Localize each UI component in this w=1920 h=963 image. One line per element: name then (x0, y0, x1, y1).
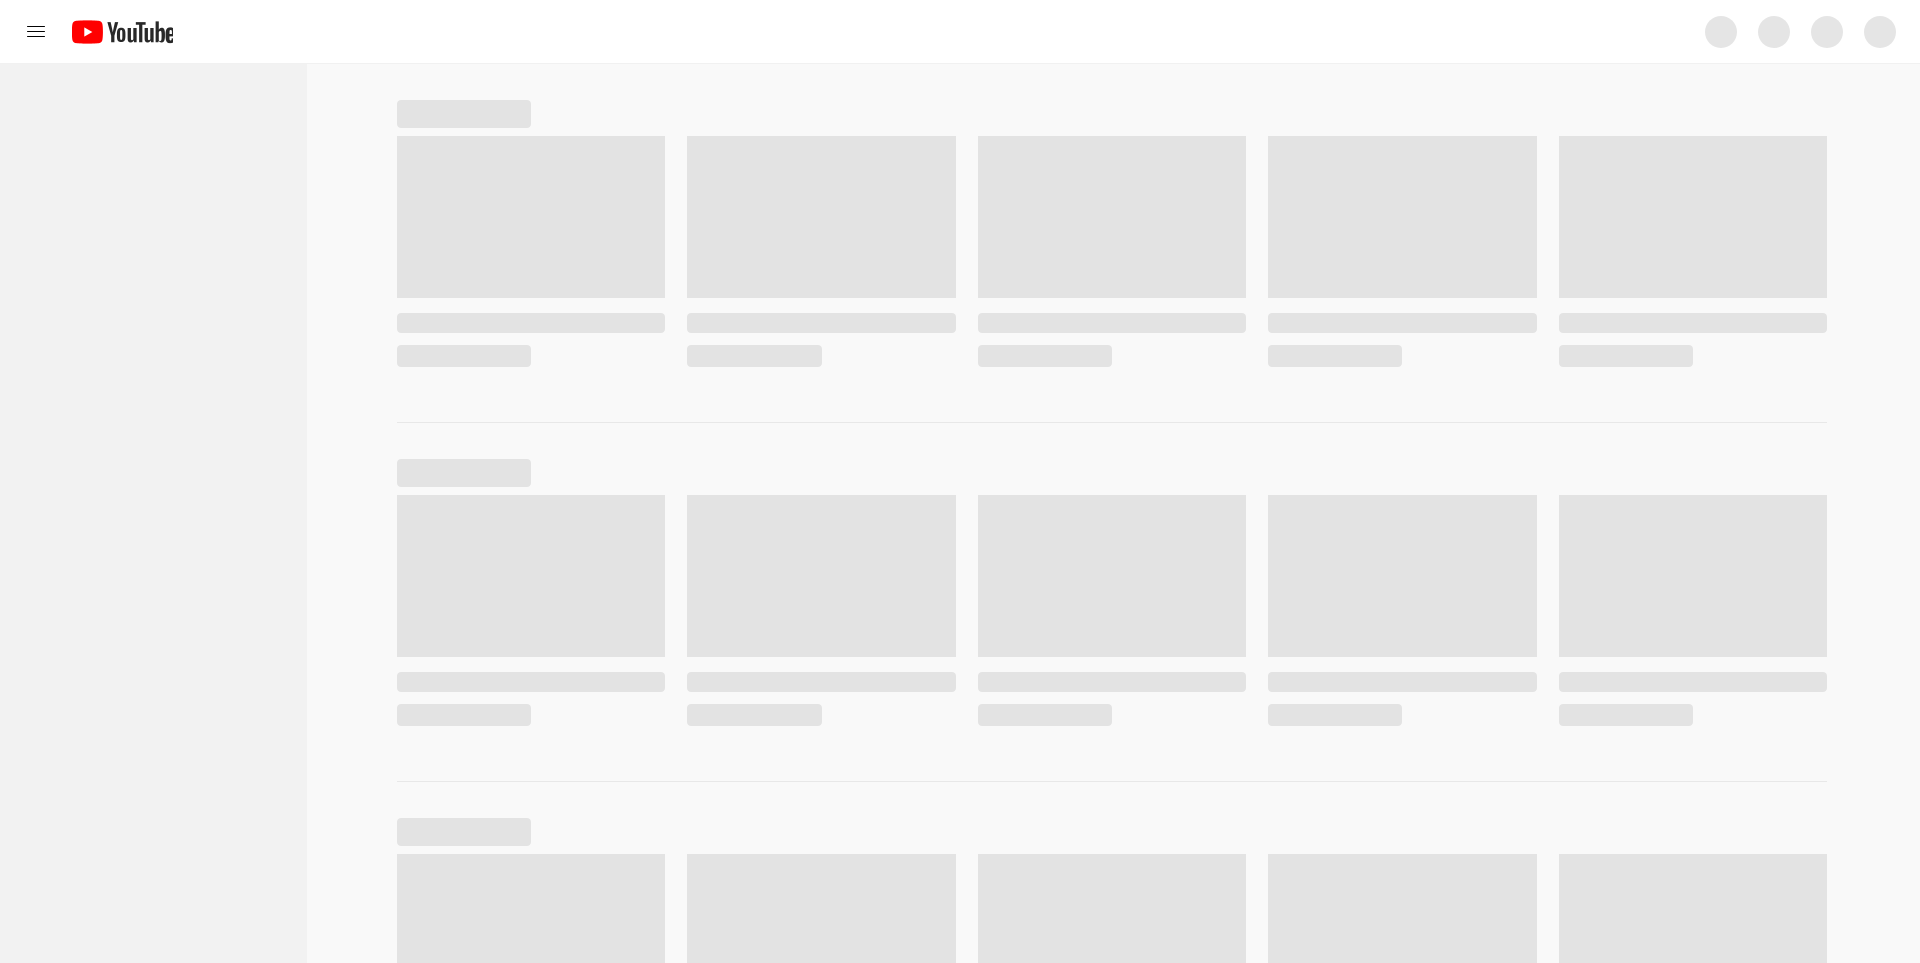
video-title-placeholder (977, 672, 1247, 692)
thumbnail-placeholder (397, 854, 666, 963)
video-card[interactable] (1268, 495, 1537, 726)
placeholder-icon-4[interactable] (1864, 15, 1896, 48)
shelf-title-placeholder (397, 459, 531, 487)
masthead-start (0, 12, 173, 52)
video-title-placeholder (1268, 672, 1537, 692)
guide-toggle-button[interactable] (16, 12, 56, 52)
page-body (0, 64, 1920, 963)
placeholder-icon-1[interactable] (1705, 15, 1737, 48)
content-inner (307, 100, 1920, 963)
video-title-placeholder (1558, 672, 1827, 692)
video-card[interactable] (977, 854, 1247, 963)
video-card[interactable] (397, 495, 666, 726)
youtube-logo-link[interactable] (72, 12, 173, 52)
shelf-divider (397, 422, 1827, 423)
thumbnail-placeholder (1268, 854, 1537, 963)
video-shelf (397, 818, 1827, 963)
video-meta-placeholder (397, 704, 532, 726)
masthead (0, 0, 1920, 64)
video-title-placeholder (977, 313, 1247, 333)
thumbnail-placeholder (977, 136, 1247, 298)
masthead-end-buttons (1705, 15, 1920, 48)
video-card[interactable] (977, 136, 1247, 367)
thumbnail-placeholder (1268, 136, 1537, 298)
video-title-placeholder (397, 313, 666, 333)
shelf-grid (397, 854, 1827, 963)
placeholder-icon-2[interactable] (1758, 15, 1790, 48)
shelf-divider (397, 781, 1827, 782)
hamburger-menu-icon (27, 22, 45, 41)
browse-content (307, 64, 1920, 963)
video-meta-placeholder (687, 345, 822, 367)
video-meta-placeholder (397, 345, 532, 367)
video-title-placeholder (1268, 313, 1537, 333)
video-card[interactable] (687, 495, 956, 726)
video-meta-placeholder (687, 704, 822, 726)
mini-guide-sidebar (0, 64, 307, 963)
video-meta-placeholder (977, 704, 1112, 726)
video-card[interactable] (1558, 854, 1827, 963)
video-card[interactable] (397, 136, 666, 367)
youtube-logo-icon (72, 19, 173, 44)
thumbnail-placeholder (687, 854, 956, 963)
video-shelf (397, 459, 1827, 782)
video-meta-placeholder (1268, 704, 1403, 726)
thumbnail-placeholder (1268, 495, 1537, 657)
video-card[interactable] (977, 495, 1247, 726)
thumbnail-placeholder (397, 136, 666, 298)
video-card[interactable] (1268, 136, 1537, 367)
video-meta-placeholder (1558, 704, 1693, 726)
video-card[interactable] (1558, 136, 1827, 367)
video-card[interactable] (397, 854, 666, 963)
video-title-placeholder (397, 672, 666, 692)
video-title-placeholder (687, 313, 956, 333)
thumbnail-placeholder (977, 854, 1247, 963)
video-card[interactable] (687, 136, 956, 367)
placeholder-icon-3[interactable] (1811, 15, 1843, 48)
video-shelf (397, 100, 1827, 423)
thumbnail-placeholder (687, 136, 956, 298)
thumbnail-placeholder (977, 495, 1247, 657)
shelf-grid (397, 136, 1827, 367)
shelf-title-placeholder (397, 818, 531, 846)
thumbnail-placeholder (397, 495, 666, 657)
shelf-grid (397, 495, 1827, 726)
video-meta-placeholder (977, 345, 1112, 367)
video-title-placeholder (687, 672, 956, 692)
video-card[interactable] (1558, 495, 1827, 726)
video-title-placeholder (1558, 313, 1827, 333)
thumbnail-placeholder (687, 495, 956, 657)
video-card[interactable] (1268, 854, 1537, 963)
thumbnail-placeholder (1558, 136, 1827, 298)
thumbnail-placeholder (1558, 854, 1827, 963)
video-card[interactable] (687, 854, 956, 963)
thumbnail-placeholder (1558, 495, 1827, 657)
video-meta-placeholder (1268, 345, 1403, 367)
shelf-title-placeholder (397, 100, 531, 128)
video-meta-placeholder (1558, 345, 1693, 367)
